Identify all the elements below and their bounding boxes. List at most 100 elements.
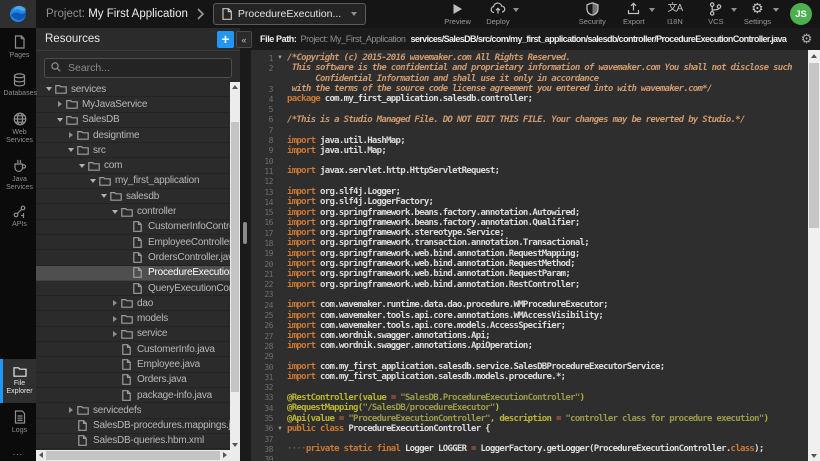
sidebar-item-pages[interactable]: Pages [0, 28, 36, 66]
i18n-button[interactable]: 文A I18N [662, 2, 688, 26]
chevron-down-icon[interactable] [44, 87, 54, 91]
scrollbar-thumb[interactable] [809, 63, 819, 228]
tree-vertical-scrollbar[interactable] [230, 82, 240, 450]
preview-button[interactable]: Preview [444, 2, 471, 26]
tree-item[interactable]: dao [36, 296, 230, 311]
tree-item[interactable]: OrdersController.java [36, 250, 230, 265]
chevron-right-icon[interactable] [66, 132, 76, 138]
panel-splitter[interactable] [240, 28, 251, 461]
editor-vertical-scrollbar[interactable] [808, 50, 820, 461]
sidebar-item-file-explorer[interactable]: File Explorer [0, 359, 36, 403]
scroll-right-icon[interactable] [220, 450, 230, 460]
tree-item[interactable]: EmployeeController.java [36, 235, 230, 250]
tree-horizontal-scrollbar[interactable] [36, 450, 230, 461]
sidebar-item-java-services[interactable]: Java Services [0, 152, 36, 199]
apis-icon [13, 205, 26, 218]
tree-item[interactable]: ProcedureExecutionController.java [36, 266, 230, 281]
chevron-down-icon[interactable] [77, 164, 87, 168]
left-icon-rail: Pages DatabasesWeb ServicesJava ServicesA… [0, 28, 36, 461]
chevron-down-icon[interactable] [66, 148, 76, 152]
tree-item[interactable]: MyJavaService [36, 97, 230, 112]
splitter-drag-handle[interactable] [243, 222, 247, 244]
scroll-down-icon[interactable] [808, 450, 820, 461]
tree-item-label: dao [137, 298, 153, 309]
tree-item[interactable]: controller [36, 204, 230, 219]
code-area[interactable]: 1▼/*Copyright (c) 2015-2016 wavemaker.co… [251, 50, 808, 461]
more-options-icon[interactable]: ... [0, 441, 36, 461]
tree-item[interactable]: services [36, 82, 230, 97]
tree-item[interactable]: Orders.java [36, 373, 230, 388]
line-number: 27 [251, 332, 273, 341]
code-text: This software is the confidential and pr… [287, 63, 792, 73]
tree-item[interactable]: models [36, 311, 230, 326]
line-number: 12 [251, 177, 273, 186]
tree-item-label: controller [137, 206, 176, 217]
project-label: Project: [46, 8, 85, 20]
chevron-right-icon[interactable] [110, 331, 120, 337]
code-text: import com.wordnik.swagger.annotations.A… [287, 341, 532, 351]
sidebar-item-logs[interactable]: Logs [0, 403, 36, 441]
code-line: 37 [251, 434, 808, 444]
security-button[interactable]: Security [579, 2, 606, 26]
user-avatar[interactable]: JS [790, 3, 812, 25]
add-resource-button[interactable]: + [217, 31, 234, 48]
scroll-up-icon[interactable] [808, 50, 820, 61]
code-text: import com.wordnik.swagger.annotations.A… [287, 331, 490, 341]
tree-item[interactable]: SalesDB-procedures.mappings.json [36, 419, 230, 434]
code-line: 9import java.util.Map; [251, 146, 808, 156]
sidebar-item-databases[interactable]: Databases [0, 66, 36, 104]
chevron-down-icon[interactable] [110, 210, 120, 214]
vcs-button[interactable]: VCS [703, 2, 729, 26]
settings-button[interactable]: ⚙ Settings [744, 2, 771, 26]
tree-item[interactable]: com [36, 158, 230, 173]
scrollbar-thumb[interactable] [231, 122, 239, 392]
scroll-up-icon[interactable] [230, 82, 240, 92]
deploy-button[interactable]: Deploy [485, 2, 511, 26]
scroll-left-icon[interactable] [36, 450, 46, 460]
tree-item[interactable]: CustomerInfoController.java [36, 220, 230, 235]
tree-item[interactable]: src [36, 143, 230, 158]
fold-toggle-icon[interactable]: ▼ [273, 424, 287, 434]
sidebar-item-web-services[interactable]: Web Services [0, 105, 36, 152]
chevron-right-icon[interactable] [110, 300, 120, 306]
fold-toggle-icon[interactable]: ▼ [273, 53, 287, 63]
tree-item[interactable]: servicedefs [36, 403, 230, 418]
chevron-right-icon[interactable] [110, 316, 120, 322]
chevron-right-icon[interactable] [55, 101, 65, 107]
open-file-dropdown[interactable]: ProcedureExecution... [213, 3, 366, 25]
project-name: My First Application [88, 8, 188, 20]
line-number: 21 [251, 270, 273, 279]
tree-item[interactable]: salesdb [36, 189, 230, 204]
chevron-down-icon[interactable] [99, 194, 109, 198]
tree-item[interactable]: package-info.java [36, 388, 230, 403]
scrollbar-thumb[interactable] [46, 451, 222, 460]
chevron-down-icon[interactable] [88, 179, 98, 183]
rail-spacer [0, 236, 36, 359]
tree-item[interactable]: designtime [36, 128, 230, 143]
tree-item[interactable]: my_first_application [36, 174, 230, 189]
tree-item[interactable]: QueryExecutionController.java [36, 281, 230, 296]
scroll-down-icon[interactable] [230, 440, 240, 450]
tree-item[interactable]: Employee.java [36, 357, 230, 372]
search-input[interactable] [66, 61, 225, 75]
code-line: 8import java.util.HashMap; [251, 135, 808, 145]
folder-icon [54, 84, 67, 94]
tree-item-label: com [104, 160, 122, 171]
line-number: 18 [251, 239, 273, 248]
tree-item[interactable]: service [36, 327, 230, 342]
editor-settings-gear-icon[interactable]: ⚙ [801, 31, 812, 47]
chevron-down-icon[interactable] [55, 118, 65, 122]
code-line: 27 import com.wordnik.swagger.annotations… [251, 331, 808, 341]
collapse-panel-button[interactable]: « [236, 31, 252, 48]
chevron-right-icon[interactable] [66, 407, 76, 413]
sidebar-item-apis[interactable]: APIs [0, 198, 36, 235]
file-icon [222, 8, 232, 21]
tree-item[interactable]: SalesDB-queries.hbm.xml [36, 434, 230, 449]
code-line: 19import org.springframework.web.bind.an… [251, 249, 808, 259]
export-button[interactable]: Export [621, 2, 647, 26]
tree-item[interactable]: SalesDB [36, 113, 230, 128]
sidebar-item-label: Pages [4, 52, 36, 60]
tree-item[interactable]: CustomerInfo.java [36, 342, 230, 357]
wavemaker-logo[interactable] [0, 0, 36, 28]
code-text: import com.wavemaker.tools.api.core.mode… [287, 321, 565, 331]
